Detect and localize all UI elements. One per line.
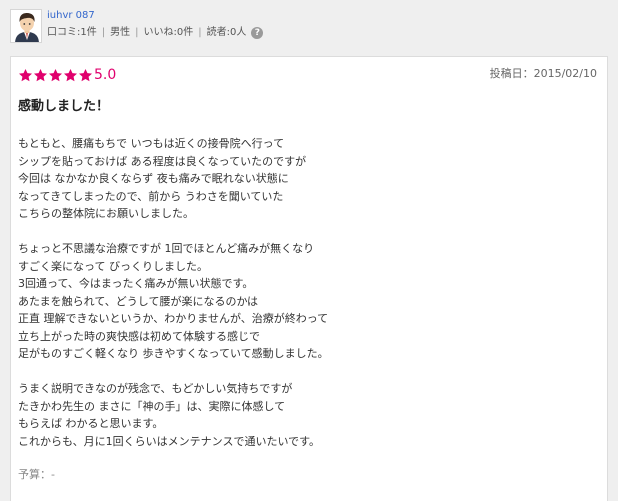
reviewer-header: iuhvr 087 口コミ:1件 | 男性 | いいね:0件 | 読者:0人 ?	[0, 0, 618, 52]
star-icon	[19, 68, 32, 81]
reviewer-name-link[interactable]: iuhvr 087	[47, 9, 95, 22]
review-line: 今回は なかなか良くならず 夜も痛みで眠れない状態に	[18, 172, 289, 185]
review-line: もらえば わかると思います。	[18, 417, 164, 430]
star-icon	[49, 68, 62, 81]
male-avatar-icon	[11, 10, 41, 42]
review-line: こちらの整体院にお願いしました。	[18, 207, 194, 220]
star-list	[18, 68, 93, 83]
stats-separator: |	[198, 27, 202, 38]
review-card: 5.0 投稿日：2015/02/10 感動しました！ もともと、腰痛もちで いつ…	[10, 56, 608, 501]
review-line: あたまを触られて、どうして腰が楽になるのかは	[18, 294, 259, 308]
reader-count: 読者:0人	[206, 27, 247, 38]
stats-separator: |	[135, 27, 139, 38]
review-line: 立ち上がった時の爽快感は初めて体験する感じで	[18, 329, 260, 343]
question-circle-icon[interactable]: ?	[251, 27, 264, 39]
star-icon	[34, 68, 47, 81]
review-line: 足がものすごく軽くなり 歩きやすくなっていて感動しました。	[18, 347, 329, 360]
star-rating: 5.0	[18, 67, 116, 83]
stats-separator: |	[101, 27, 106, 38]
review-body: もともと、腰痛もちで いつもは近くの接骨院へ行ってシップを貼っておけば ある程度…	[18, 135, 558, 468]
review-paragraph: もともと、腰痛もちで いつもは近くの接骨院へ行ってシップを貼っておけば ある程度…	[18, 135, 558, 223]
review-title: 感動しました！	[18, 99, 110, 114]
star-icon	[79, 68, 92, 81]
rating-value: 5.0	[94, 67, 117, 83]
review-count: 口コミ:1件	[47, 27, 97, 38]
review-paragraph: うまく説明できなのが残念で、もどかしい気持ちですが たきかわ先生の まさに「神の手…	[18, 380, 558, 450]
review-line: なってきてしまったので、前から うわさを聞いていた	[18, 189, 284, 203]
review-paragraph: ちょっと不思議な治療ですが 1回でほとんど痛みが無くなり すごく楽になって びっく…	[18, 240, 558, 363]
post-date: 投稿日：2015/02/10	[489, 67, 597, 80]
like-count: いいね:0件	[143, 27, 194, 38]
gender: 男性	[110, 27, 131, 38]
review-line: 3回通って、今はまったく痛みが無い状態です。	[18, 277, 254, 290]
review-line: ちょっと不思議な治療ですが 1回でほとんど痛みが無くなり	[18, 242, 315, 255]
review-line: たきかわ先生の まさに「神の手」は、実際に体感して	[18, 399, 286, 413]
review-line: 正直 理解できないというか、わかりませんが、治療が終わって	[18, 312, 329, 325]
review-line: すごく楽になって びっくりしました。	[18, 259, 208, 273]
reviewer-stats: 口コミ:1件 | 男性 | いいね:0件 | 読者:0人 ?	[47, 26, 264, 40]
star-icon	[64, 68, 77, 81]
review-line: シップを貼っておけば ある程度は良くなっていたのですが	[18, 154, 307, 168]
review-line: これからも、月に1回くらいはメンテナンスで通いたいです。	[18, 434, 321, 448]
avatar[interactable]	[10, 9, 42, 43]
review-line: もともと、腰痛もちで いつもは近くの接骨院へ行って	[18, 137, 285, 150]
budget: 予算：-	[18, 468, 55, 481]
review-line: うまく説明できなのが残念で、もどかしい気持ちですが	[18, 382, 293, 395]
